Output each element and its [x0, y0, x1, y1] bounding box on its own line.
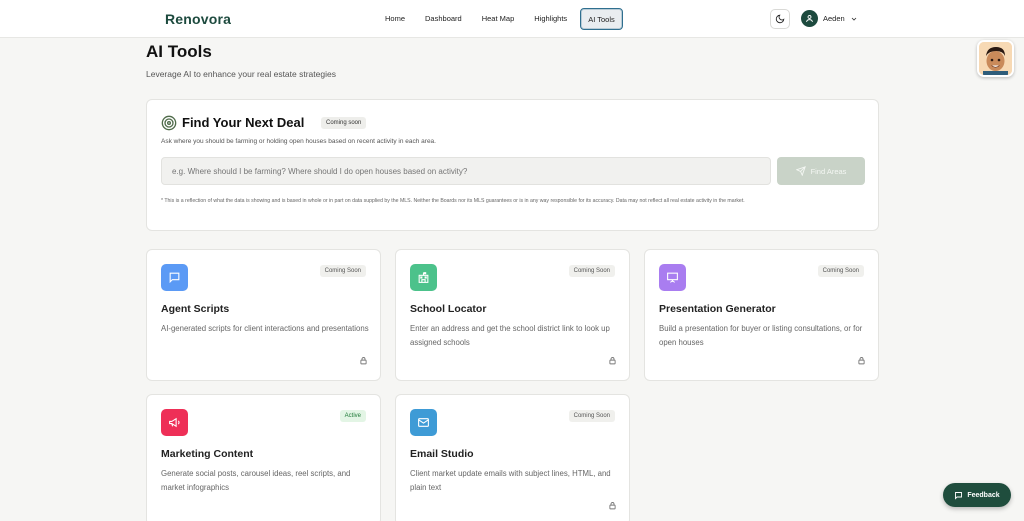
nav-ai-tools[interactable]: AI Tools: [580, 8, 623, 30]
tool-description: Generate social posts, carousel ideas, r…: [161, 469, 351, 492]
top-navbar: Renovora Home Dashboard Heat Map Highlig…: [0, 0, 1024, 38]
person-avatar-image: [979, 42, 1012, 75]
nav-highlights[interactable]: Highlights: [527, 8, 574, 30]
find-deal-card: Find Your Next Deal Coming soon Ask wher…: [146, 99, 879, 231]
chat-icon: [169, 272, 180, 284]
status-badge: Coming Soon: [319, 265, 366, 277]
feedback-button[interactable]: Feedback: [943, 483, 1011, 507]
nav-heat-map[interactable]: Heat Map: [475, 8, 522, 30]
tool-title: Marketing Content: [161, 448, 254, 460]
lock-icon: [609, 502, 616, 510]
user-menu[interactable]: Aeden: [801, 10, 858, 27]
status-badge: Coming Soon: [568, 410, 615, 422]
tool-title: Agent Scripts: [161, 303, 230, 315]
tool-icon-tile: [410, 409, 437, 436]
mls-disclaimer: * This is a reflection of what the data …: [161, 198, 745, 204]
chevron-down-icon: [851, 17, 856, 21]
tool-icon-tile: [161, 264, 188, 291]
coming-soon-badge: Coming soon: [321, 117, 367, 129]
find-deal-query-input[interactable]: [161, 157, 771, 185]
target-icon: [161, 115, 177, 131]
find-areas-label: Find Areas: [810, 166, 847, 176]
find-deal-description: Ask where you should be farming or holdi…: [161, 138, 436, 145]
send-icon: [795, 166, 806, 176]
find-deal-title: Find Your Next Deal: [182, 115, 305, 130]
page-subtitle: Leverage AI to enhance your real estate …: [146, 69, 336, 79]
lock-icon: [360, 357, 367, 365]
tool-card-school-locator[interactable]: Coming Soon School Locator Enter an addr…: [395, 249, 630, 381]
tool-card-presentation-generator[interactable]: Coming Soon Presentation Generator Build…: [644, 249, 879, 381]
tool-card-email-studio[interactable]: Coming Soon Email Studio Client market u…: [395, 394, 630, 521]
lock-icon: [609, 357, 616, 365]
tool-description: AI-generated scripts for client interact…: [161, 324, 369, 333]
megaphone-icon: [169, 417, 180, 428]
nav-dashboard[interactable]: Dashboard: [418, 8, 469, 30]
lock-icon: [858, 357, 865, 365]
tool-description: Build a presentation for buyer or listin…: [659, 324, 863, 347]
tool-title: Email Studio: [410, 448, 474, 460]
status-badge: Coming Soon: [817, 265, 864, 277]
nav-home[interactable]: Home: [378, 8, 412, 30]
tool-description: Enter an address and get the school dist…: [410, 324, 610, 347]
school-icon: [418, 272, 429, 283]
tool-title: Presentation Generator: [659, 303, 776, 315]
page-title: AI Tools: [146, 42, 212, 61]
main-nav: Home Dashboard Heat Map Highlights AI To…: [378, 8, 623, 30]
mail-icon: [418, 418, 429, 427]
theme-toggle-button[interactable]: [770, 9, 790, 29]
user-name: Aeden: [823, 14, 845, 23]
presentation-icon: [667, 272, 678, 283]
user-avatar: [801, 10, 818, 27]
brand-logo[interactable]: Renovora: [165, 11, 231, 27]
feedback-label: Feedback: [967, 491, 1000, 499]
find-areas-button[interactable]: Find Areas: [777, 157, 865, 185]
tool-title: School Locator: [410, 303, 487, 315]
tool-description: Client market update emails with subject…: [410, 469, 611, 492]
moon-icon: [775, 14, 785, 24]
status-badge: Coming Soon: [568, 265, 615, 277]
profile-photo[interactable]: [977, 40, 1014, 77]
tool-icon-tile: [410, 264, 437, 291]
tool-icon-tile: [161, 409, 188, 436]
tool-card-marketing-content[interactable]: Active Marketing Content Generate social…: [146, 394, 381, 521]
message-icon: [955, 491, 963, 500]
tool-icon-tile: [659, 264, 686, 291]
status-badge: Active: [339, 410, 366, 422]
user-icon: [806, 15, 813, 23]
tool-card-agent-scripts[interactable]: Coming Soon Agent Scripts AI-generated s…: [146, 249, 381, 381]
